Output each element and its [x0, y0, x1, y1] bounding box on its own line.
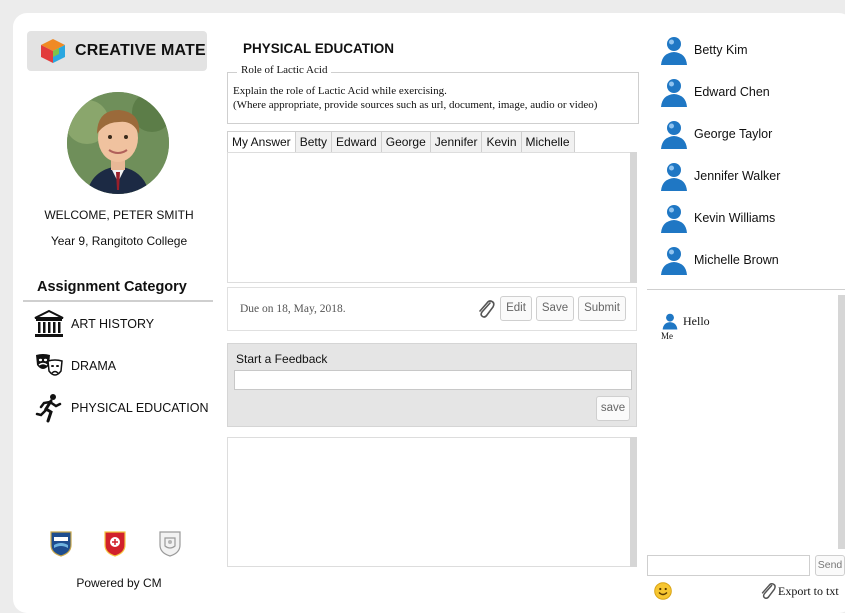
chat-area: Me Hello: [647, 295, 839, 559]
cube-logo-icon: [41, 39, 65, 63]
feedback-list: [227, 437, 637, 567]
chat-scrollbar[interactable]: [838, 295, 845, 549]
powered-by: Powered by CM: [76, 576, 162, 590]
user-name: Jennifer Walker: [694, 169, 781, 183]
export-link[interactable]: Export to txt: [758, 581, 839, 601]
user-name: George Taylor: [694, 127, 773, 141]
feedback-panel: Start a Feedback save: [227, 343, 637, 427]
user-name: Michelle Brown: [694, 253, 779, 267]
user-icon: [661, 205, 687, 233]
tab-my-answer[interactable]: My Answer: [227, 131, 296, 152]
answer-tabs: My Answer Betty Edward George Jennifer K…: [227, 131, 575, 152]
school-crest-red: [104, 531, 126, 562]
export-label: Export to txt: [778, 583, 839, 598]
tab-michelle[interactable]: Michelle: [520, 131, 575, 152]
category-label: ART HISTORY: [71, 317, 155, 331]
user-icon: [661, 121, 687, 149]
answer-scrollbar[interactable]: [630, 152, 637, 283]
paperclip-icon: [761, 583, 776, 599]
category-art-history[interactable]: ART HISTORY: [33, 308, 154, 340]
category-label: DRAMA: [71, 359, 117, 373]
answer-textarea[interactable]: [227, 152, 637, 283]
chat-message: Me Hello: [661, 311, 710, 341]
category-physical-education[interactable]: PHYSICAL EDUCATION: [33, 392, 209, 424]
question-line: Explain the role of Lactic Acid while ex…: [233, 85, 447, 97]
question-box: Explain the role of Lactic Acid while ex…: [227, 72, 639, 124]
user-icon: [661, 247, 687, 275]
feedback-label: Start a Feedback: [236, 352, 328, 366]
save-button[interactable]: Save: [536, 296, 574, 321]
tab-kevin[interactable]: Kevin: [481, 131, 522, 152]
due-date: Due on 18, May, 2018.: [240, 303, 346, 315]
theater-masks-icon: [33, 350, 65, 382]
question-line: (Where appropriate, provide sources such…: [233, 99, 598, 111]
tab-jennifer[interactable]: Jennifer: [429, 131, 483, 152]
welcome-text: WELCOME, PETER SMITH: [44, 208, 194, 222]
chat-text: Hello: [683, 314, 710, 328]
user-item[interactable]: Jennifer Walker: [658, 160, 780, 192]
feedback-scrollbar[interactable]: [630, 437, 637, 567]
user-name: Betty Kim: [694, 43, 748, 57]
school-crest-blue: [50, 531, 72, 562]
user-icon: [661, 163, 687, 191]
tab-betty[interactable]: Betty: [294, 131, 333, 152]
app-name: CREATIVE MATE: [75, 42, 206, 59]
category-drama[interactable]: DRAMA: [33, 350, 116, 382]
send-button[interactable]: Send: [815, 555, 845, 576]
paperclip-icon[interactable]: [476, 298, 496, 325]
avatar: [67, 92, 169, 194]
museum-icon: [33, 308, 65, 340]
answer-actions: Due on 18, May, 2018. Edit Save Submit: [227, 287, 637, 331]
user-name: Kevin Williams: [694, 211, 776, 225]
school-crest-grey: [159, 531, 181, 562]
user-item[interactable]: Michelle Brown: [658, 244, 779, 276]
category-title: Assignment Category: [37, 279, 187, 295]
category-label: PHYSICAL EDUCATION: [71, 401, 209, 415]
question-legend: Role of Lactic Acid: [237, 64, 332, 76]
school-text: Year 9, Rangitoto College: [50, 234, 188, 248]
feedback-save-button[interactable]: save: [596, 396, 630, 421]
user-icon: [662, 313, 678, 330]
user-item[interactable]: Betty Kim: [658, 34, 748, 66]
user-icon: [661, 79, 687, 107]
feedback-input[interactable]: [234, 370, 632, 390]
chat-sender: Me: [661, 331, 673, 341]
runner-icon: [33, 392, 65, 424]
submit-button[interactable]: Submit: [578, 296, 626, 321]
chat-input[interactable]: [647, 555, 810, 576]
smiley-icon[interactable]: [654, 582, 672, 600]
subject-title: PHYSICAL EDUCATION: [243, 41, 395, 56]
user-icon: [661, 37, 687, 65]
right-divider: [647, 289, 845, 290]
category-divider: [23, 300, 213, 302]
app-logo: CREATIVE MATE: [27, 31, 207, 71]
user-item[interactable]: George Taylor: [658, 118, 772, 150]
edit-button[interactable]: Edit: [500, 296, 532, 321]
user-item[interactable]: Kevin Williams: [658, 202, 775, 234]
tab-george[interactable]: George: [380, 131, 431, 152]
tab-edward[interactable]: Edward: [331, 131, 382, 152]
user-item[interactable]: Edward Chen: [658, 76, 770, 108]
user-name: Edward Chen: [694, 85, 770, 99]
